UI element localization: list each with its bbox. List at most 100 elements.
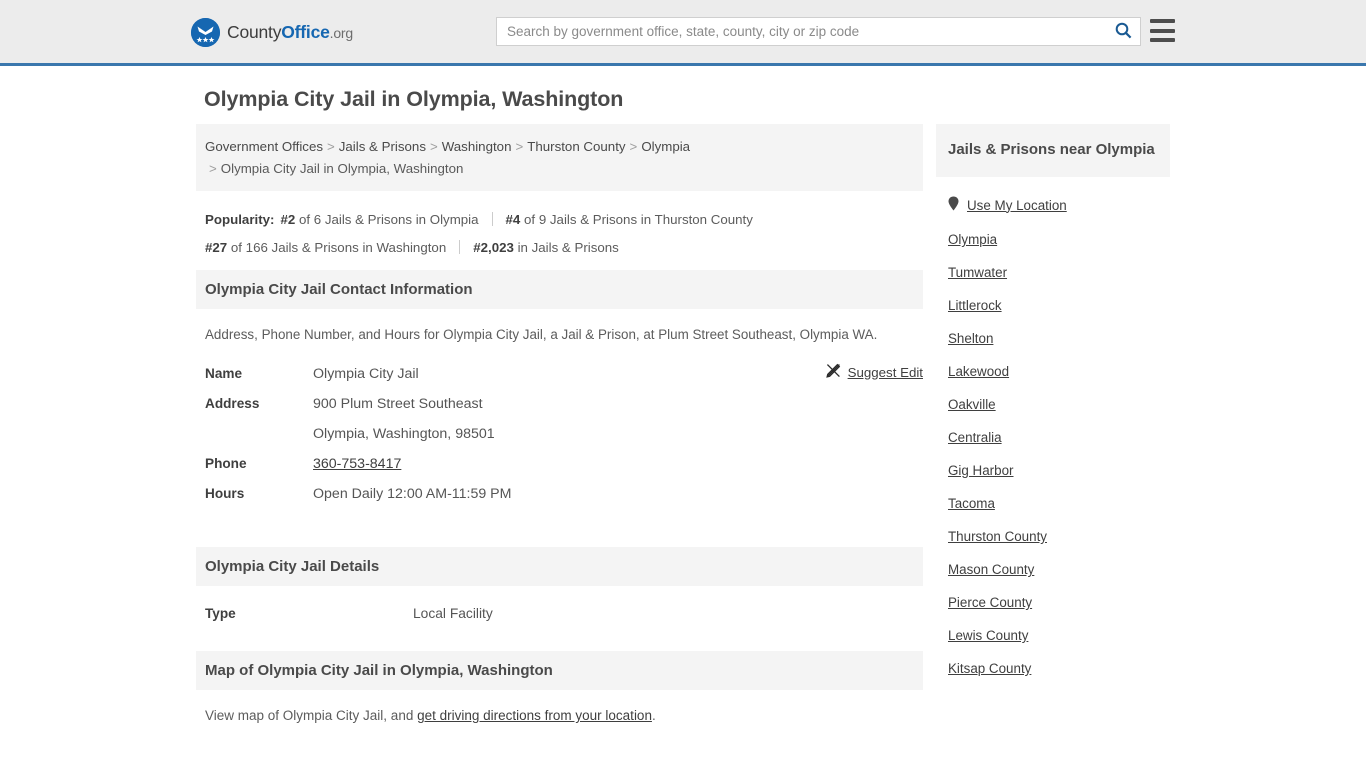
main-content-column: Government Offices > Jails & Prisons > Washi… xyxy=(196,124,923,723)
popularity-text-0: of 6 Jails & Prisons in Olympia xyxy=(298,212,479,227)
contact-section-description: Address, Phone Number, and Hours for Oly… xyxy=(205,327,878,342)
breadcrumb-current: Olympia City Jail in Olympia, Washington xyxy=(220,161,464,176)
sidebar-label: Centralia xyxy=(948,430,1002,445)
sidebar-item-pierce-county[interactable]: Pierce County xyxy=(936,586,1170,619)
sidebar-item-oakville[interactable]: Oakville xyxy=(936,388,1170,421)
popularity-text-1: of 9 Jails & Prisons in Thurston County xyxy=(524,212,753,227)
sidebar-label: Tacoma xyxy=(948,496,995,511)
driving-directions-link[interactable]: get driving directions from your locatio… xyxy=(417,708,652,723)
sidebar-label: Gig Harbor xyxy=(948,463,1014,478)
map-section-description: View map of Olympia City Jail, and get d… xyxy=(196,690,923,723)
sidebar-item-tacoma[interactable]: Tacoma xyxy=(936,487,1170,520)
sidebar-item-shelton[interactable]: Shelton xyxy=(936,322,1170,355)
sidebar-label: Shelton xyxy=(948,331,994,346)
popularity-divider xyxy=(491,212,493,226)
map-section-heading: Map of Olympia City Jail in Olympia, Was… xyxy=(196,651,923,690)
popularity-item-2: #27 of 166 Jails & Prisons in Washington xyxy=(205,240,446,255)
contact-value-address-street: 900 Plum Street Southeast xyxy=(313,396,483,412)
breadcrumb-item-olympia[interactable]: Olympia xyxy=(641,139,690,154)
sidebar-item-use-my-location[interactable]: Use My Location xyxy=(936,187,1170,223)
search-bar[interactable] xyxy=(496,17,1141,46)
location-pin-icon xyxy=(948,196,959,214)
menu-bar-1 xyxy=(1150,19,1175,23)
popularity-rank-3: #2,023 xyxy=(473,240,514,255)
breadcrumb-item-washington[interactable]: Washington xyxy=(442,139,512,154)
popularity-text-3: in Jails & Prisons xyxy=(517,240,619,255)
popularity-rank-1: #4 xyxy=(505,212,521,227)
brand-part-tld: .org xyxy=(329,25,354,41)
menu-bar-3 xyxy=(1150,38,1175,42)
sidebar-item-tumwater[interactable]: Tumwater xyxy=(936,256,1170,289)
sidebar-item-centralia[interactable]: Centralia xyxy=(936,421,1170,454)
sidebar-label: Littlerock xyxy=(948,298,1002,313)
sidebar-label: Tumwater xyxy=(948,265,1008,280)
nearby-sidebar: Jails & Prisons near Olympia Use My Loca… xyxy=(936,124,1170,685)
breadcrumb-separator: > xyxy=(209,161,217,176)
breadcrumb-item-jails-prisons[interactable]: Jails & Prisons xyxy=(339,139,426,154)
details-value-type: Local Facility xyxy=(413,606,493,621)
popularity-item-3: #2,023 in Jails & Prisons xyxy=(473,240,619,255)
sidebar-label: Mason County xyxy=(948,562,1035,577)
sidebar-label: Kitsap County xyxy=(948,661,1032,676)
contact-value-hours: Open Daily 12:00 AM-11:59 PM xyxy=(313,486,512,502)
contact-row-address-city: Olympia, Washington, 98501 xyxy=(196,419,923,449)
breadcrumb-separator: > xyxy=(515,139,524,154)
sidebar-item-littlerock[interactable]: Littlerock xyxy=(936,289,1170,322)
sidebar-item-kitsap-county[interactable]: Kitsap County xyxy=(936,652,1170,685)
popularity-item-1: #4 of 9 Jails & Prisons in Thurston Coun… xyxy=(506,212,753,227)
popularity-rank-2: #27 xyxy=(205,240,228,255)
search-icon xyxy=(1115,22,1132,42)
details-section-heading: Olympia City Jail Details xyxy=(196,547,923,586)
breadcrumb: Government Offices > Jails & Prisons > Washi… xyxy=(196,124,923,191)
search-input[interactable] xyxy=(497,18,1106,45)
sidebar-item-mason-county[interactable]: Mason County xyxy=(936,553,1170,586)
suggest-edit-label: Suggest Edit xyxy=(847,364,923,380)
contact-label-name: Name xyxy=(205,366,243,381)
sidebar-item-lewis-county[interactable]: Lewis County xyxy=(936,619,1170,652)
menu-bar-2 xyxy=(1150,28,1175,33)
contact-label-address: Address xyxy=(205,396,260,411)
sidebar-label: Thurston County xyxy=(948,529,1047,544)
hamburger-menu-icon[interactable] xyxy=(1150,19,1175,42)
contact-row-hours: Hours Open Daily 12:00 AM-11:59 PM xyxy=(196,479,923,509)
brand-part-county: County xyxy=(227,22,282,42)
sidebar-item-gig-harbor[interactable]: Gig Harbor xyxy=(936,454,1170,487)
breadcrumb-item-government-offices[interactable]: Government Offices xyxy=(205,139,323,154)
breadcrumb-separator: > xyxy=(429,139,438,154)
sidebar-item-olympia[interactable]: Olympia xyxy=(936,223,1170,256)
site-header: CountyOffice.org xyxy=(0,0,1366,66)
popularity-label: Popularity: xyxy=(205,212,275,227)
breadcrumb-separator: > xyxy=(327,139,335,154)
sidebar-heading: Jails & Prisons near Olympia xyxy=(936,124,1170,177)
popularity-block: Popularity: #2 of 6 Jails & Prisons in Ol… xyxy=(196,191,923,270)
eagle-seal-logo-icon xyxy=(191,18,220,47)
contact-label-hours: Hours xyxy=(205,486,245,501)
popularity-item-0: #2 of 6 Jails & Prisons in Olympia xyxy=(280,212,478,227)
pencil-edit-icon xyxy=(825,363,841,381)
sidebar-label: Olympia xyxy=(948,232,998,247)
sidebar-label: Lakewood xyxy=(948,364,1010,379)
sidebar-label: Oakville xyxy=(948,397,996,412)
contact-row-phone: Phone 360-753-8417 xyxy=(196,449,923,479)
suggest-edit-button[interactable]: Suggest Edit xyxy=(825,363,923,381)
popularity-divider xyxy=(459,240,461,254)
popularity-rank-0: #2 xyxy=(280,212,296,227)
contact-label-phone: Phone xyxy=(205,456,247,471)
sidebar-item-lakewood[interactable]: Lakewood xyxy=(936,355,1170,388)
phone-number-link[interactable]: 360-753-8417 xyxy=(313,456,401,472)
sidebar-label: Pierce County xyxy=(948,595,1033,610)
search-submit-button[interactable] xyxy=(1106,18,1140,45)
site-logo-link[interactable]: CountyOffice.org xyxy=(191,18,353,47)
contact-row-name: Name Olympia City Jail xyxy=(196,359,923,389)
map-text-after: . xyxy=(651,708,656,723)
contact-row-address: Address 900 Plum Street Southeast xyxy=(196,389,923,419)
sidebar-link-list: Use My Location Olympia Tumwater Littler… xyxy=(936,177,1170,685)
map-text-before: View map of Olympia City Jail, and xyxy=(205,708,418,723)
contact-section-heading: Olympia City Jail Contact Information xyxy=(196,270,923,309)
sidebar-item-thurston-county[interactable]: Thurston County xyxy=(936,520,1170,553)
brand-part-office: Office xyxy=(281,22,330,42)
page-title: Olympia City Jail in Olympia, Washington xyxy=(204,87,624,111)
breadcrumb-item-thurston-county[interactable]: Thurston County xyxy=(527,139,625,154)
